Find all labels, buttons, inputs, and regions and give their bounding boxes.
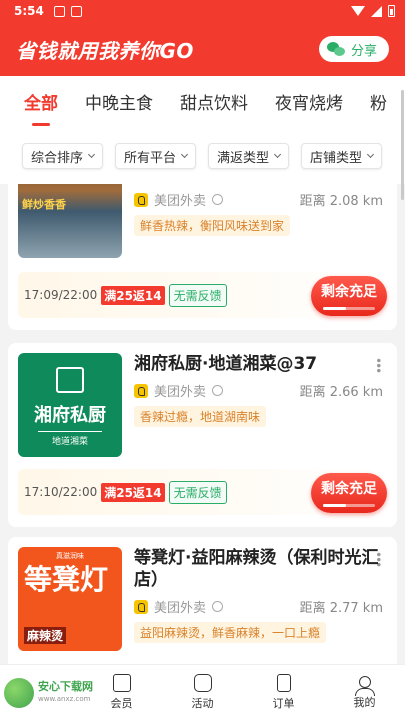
remaining-progress-fill <box>323 307 347 310</box>
filter-store-type[interactable]: 店铺类型 <box>301 143 383 169</box>
user-icon <box>354 675 375 696</box>
status-time: 5:54 <box>14 4 44 18</box>
category-tabs: 全部 中晚主食 甜点饮料 夜宵烧烤 粉 <box>0 76 405 128</box>
thumb-brand-text: 等凳灯 <box>24 563 109 596</box>
promo-badge: 满25返14 <box>101 482 165 502</box>
battery-icon <box>388 5 395 17</box>
store-description: 益阳麻辣烫，鲜香麻辣，一口上瘾 <box>134 622 327 643</box>
deal-row: 17:10/22:00 满25返14 无需反馈 剩余充足 <box>18 469 387 515</box>
share-label: 分享 <box>350 43 377 59</box>
vip-icon <box>112 674 131 692</box>
store-description: 香辣过瘾，地道湖南味 <box>134 406 267 427</box>
remaining-label: 剩余充足 <box>321 284 377 300</box>
app-title: 省钱就用我养你GO <box>16 38 194 63</box>
verified-icon <box>212 194 224 205</box>
filter-sort-label: 综合排序 <box>31 150 84 166</box>
nav-activity[interactable]: 活动 <box>162 665 243 720</box>
tab-noodles[interactable]: 粉 <box>370 76 387 128</box>
app-header: 省钱就用我养你GO 分享 <box>0 22 405 76</box>
meituan-icon <box>134 599 148 614</box>
wifi-icon <box>351 6 365 16</box>
tab-meals[interactable]: 中晚主食 <box>85 76 153 128</box>
filter-bar: 综合排序 所有平台 满返类型 店铺类型 <box>0 128 405 184</box>
watermark-title: 安心下载网 <box>38 680 93 693</box>
logo-emblem-icon <box>56 367 84 393</box>
store-distance: 距离 2.77 km <box>299 601 383 616</box>
no-feedback-tag: 无需反馈 <box>168 283 227 307</box>
tab-bbq[interactable]: 夜宵烧烤 <box>275 76 343 128</box>
store-thumbnail: 鲜炒香香 <box>18 184 122 258</box>
store-distance: 距离 2.08 km <box>299 194 383 209</box>
remaining-button[interactable]: 剩余充足 <box>311 276 387 316</box>
platform-name: 美团外卖 <box>154 194 207 209</box>
watermark-logo-icon <box>4 678 34 708</box>
store-thumbnail: 真滋润味 等凳灯 麻辣烫 <box>18 547 122 651</box>
notification-icon <box>53 5 65 17</box>
verified-icon <box>212 601 224 612</box>
thumb-sign-text: 鲜炒香香 <box>22 198 66 211</box>
tab-all[interactable]: 全部 <box>24 76 58 128</box>
platform-name: 美团外卖 <box>154 601 207 616</box>
remaining-progress <box>323 504 375 507</box>
watermark-text: 安心下载网 www.anxz.com <box>38 680 93 706</box>
order-icon <box>276 674 291 692</box>
store-card[interactable]: 真滋润味 等凳灯 麻辣烫 ••• 等凳灯·益阳麻辣烫（保利时光汇店） 美团外卖 … <box>8 537 397 664</box>
remaining-progress <box>323 307 375 310</box>
scrollbar[interactable] <box>401 90 404 200</box>
watermark-url: www.anxz.com <box>38 695 91 703</box>
verified-icon <box>212 385 224 396</box>
thumb-brand-sub: 麻辣烫 <box>24 627 67 644</box>
nav-orders[interactable]: 订单 <box>243 665 324 720</box>
deal-row: 17:09/22:00 满25返14 无需反馈 剩余充足 <box>18 272 387 318</box>
store-name: 等凳灯·益阳麻辣烫（保利时光汇店） <box>134 548 379 590</box>
store-thumbnail: 湘府私厨 地道湘菜 <box>18 353 122 457</box>
nav-orders-label: 订单 <box>272 697 295 710</box>
chevron-down-icon <box>87 150 96 159</box>
thumb-brand-sub: 地道湘菜 <box>38 431 102 447</box>
meituan-icon <box>134 383 148 398</box>
chevron-down-icon <box>180 150 189 159</box>
remaining-progress-fill <box>323 504 347 507</box>
site-watermark: 安心下载网 www.anxz.com <box>4 670 100 716</box>
filter-store-label: 店铺类型 <box>310 150 363 166</box>
store-card[interactable]: 湘府私厨 地道湘菜 ••• 湘府私厨·地道湘菜@37 美团外卖 距离 2.66 … <box>8 343 397 527</box>
store-card[interactable]: 鲜炒香香 美团外卖 距离 2.08 km 鲜香热辣，衡阳风味送到家 17:09/… <box>8 184 397 330</box>
promo-badge: 满25返14 <box>101 285 165 305</box>
nav-profile-label: 我的 <box>353 695 376 709</box>
remaining-label: 剩余充足 <box>321 481 377 497</box>
nav-vip-label: 会员 <box>110 697 133 710</box>
nav-activity-label: 活动 <box>191 697 214 710</box>
store-description: 鲜香热辣，衡阳风味送到家 <box>134 215 291 236</box>
filter-platform[interactable]: 所有平台 <box>115 143 197 169</box>
share-button[interactable]: 分享 <box>318 36 389 62</box>
star-icon <box>193 674 212 692</box>
store-name: 湘府私厨·地道湘菜@37 <box>134 354 318 374</box>
thumb-top-text: 真滋润味 <box>56 552 84 560</box>
nav-profile[interactable]: 我的 <box>324 665 405 720</box>
store-list: 鲜炒香香 美团外卖 距离 2.08 km 鲜香热辣，衡阳风味送到家 17:09/… <box>0 184 405 664</box>
wechat-icon <box>326 42 345 56</box>
filter-rebate-label: 满返类型 <box>217 150 270 166</box>
filter-sort[interactable]: 综合排序 <box>22 143 104 169</box>
chevron-down-icon <box>367 150 375 159</box>
filter-rebate-type[interactable]: 满返类型 <box>208 143 290 169</box>
remaining-button[interactable]: 剩余充足 <box>311 473 387 513</box>
filter-platform-label: 所有平台 <box>124 150 177 166</box>
status-bar: 5:54 <box>0 0 405 22</box>
signal-icon <box>371 5 382 17</box>
thumb-brand-text: 湘府私厨 <box>34 405 106 426</box>
media-icon <box>70 5 82 17</box>
deal-time: 17:09/22:00 <box>24 288 98 302</box>
meituan-icon <box>134 192 148 207</box>
no-feedback-tag: 无需反馈 <box>168 480 227 504</box>
chevron-down-icon <box>274 150 282 159</box>
deal-time: 17:10/22:00 <box>24 485 98 499</box>
store-distance: 距离 2.66 km <box>299 385 383 400</box>
tab-desserts[interactable]: 甜点饮料 <box>180 76 248 128</box>
platform-name: 美团外卖 <box>154 385 207 400</box>
